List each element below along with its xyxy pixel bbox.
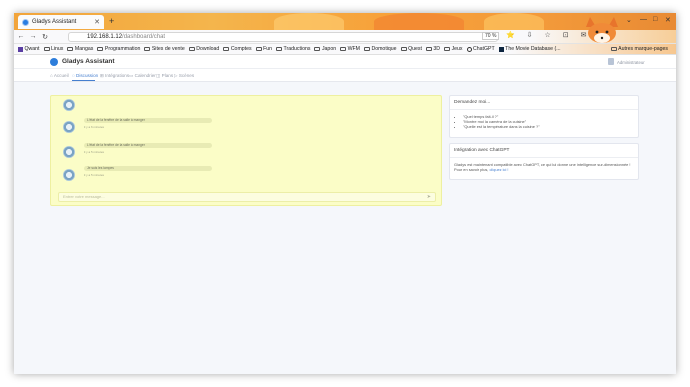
bookmark-folder[interactable]: Quest <box>400 46 422 52</box>
bookmark-folder[interactable]: Domotique <box>363 46 397 52</box>
suggestions-title: Demandez moi... <box>450 96 638 110</box>
folder-icon <box>444 47 451 51</box>
chat-message: L'état de la fenêtre de la salle à mange… <box>84 143 212 148</box>
nav-item-scenes[interactable]: ▷ Scènes <box>174 73 194 79</box>
folder-icon <box>97 47 104 51</box>
bookmark-folder[interactable]: Mangas <box>67 46 93 52</box>
back-icon[interactable]: ← <box>16 33 26 40</box>
suggestion-item[interactable]: "Quelle est la température dans la cuisi… <box>463 124 634 129</box>
maximize-button[interactable]: □ <box>653 16 657 23</box>
chatgpt-icon <box>466 46 472 52</box>
bookmark-folder[interactable]: Jeux <box>444 46 463 52</box>
send-icon[interactable]: ➤ <box>427 193 431 201</box>
folder-icon <box>144 47 151 51</box>
gladys-favicon-icon <box>22 18 29 26</box>
url-path: /dashboard/chat <box>122 34 166 40</box>
folder-icon <box>425 47 432 51</box>
folder-icon <box>276 47 283 51</box>
username[interactable]: Administrateur <box>617 60 645 65</box>
chatgpt-integration-card: Intégration avec ChatGPT Gladys est main… <box>449 143 639 180</box>
bookmark-chatgpt[interactable]: ChatGPT <box>466 46 495 52</box>
chat-message: L'état de la fenêtre de la salle à mange… <box>84 118 212 123</box>
bookmark-folder[interactable]: WFM <box>340 46 360 52</box>
browser-tab[interactable]: Gladys Assistant ✕ <box>18 15 104 29</box>
bookmark-folder[interactable]: Comptes <box>223 46 252 52</box>
bookmark-qwant[interactable]: Qwant <box>18 46 40 52</box>
tmdb-icon <box>498 46 504 52</box>
avatar[interactable] <box>608 58 614 65</box>
new-tab-button[interactable]: + <box>109 16 114 26</box>
navigation-bar: ← → ↻ 192.168.1.12/dashboard/chat 70 % ⭐… <box>14 30 676 44</box>
extension-icon[interactable]: ⊡ <box>563 32 574 39</box>
folder-icon <box>188 47 195 51</box>
folder-icon <box>223 47 230 51</box>
minimize-button[interactable]: — <box>640 16 647 23</box>
folder-icon <box>255 47 262 51</box>
message-time: il y a 6 minutes <box>84 125 105 129</box>
assistant-avatar-icon <box>63 99 75 111</box>
zoom-indicator[interactable]: 70 % <box>482 32 500 40</box>
qwant-icon <box>18 46 23 52</box>
tab-list-icon[interactable]: ⌄ <box>626 16 632 24</box>
folder-icon <box>67 47 74 51</box>
theme-decoration <box>484 13 544 30</box>
nav-item-discussion[interactable]: ◌ Discussion <box>72 73 98 78</box>
folder-icon <box>363 47 370 51</box>
gladys-logo-icon[interactable] <box>50 58 58 66</box>
folder-icon <box>314 47 321 51</box>
assistant-avatar-icon <box>63 121 75 133</box>
favorite-icon[interactable]: ☆ <box>545 32 556 39</box>
chat-message: Je suis les lampes <box>84 166 212 171</box>
url-bar[interactable]: 192.168.1.12/dashboard/chat <box>68 32 498 42</box>
theme-fox-illustration <box>586 17 618 43</box>
browser-window: Gladys Assistant ✕ + ⌄ — □ ✕ ← → ↻ 192.1… <box>14 13 676 374</box>
brand-title[interactable]: Gladys Assistant <box>62 58 115 65</box>
bookmark-folder[interactable]: Traductions <box>276 46 310 52</box>
suggestions-list: "Quel temps fait-il ?" "Montre moi la ca… <box>454 114 634 129</box>
chatgpt-learn-more-link[interactable]: cliquez ici ! <box>489 167 508 172</box>
bookmark-tmdb[interactable]: The Movie Database (... <box>498 46 561 52</box>
download-icon[interactable]: ⇩ <box>527 32 538 39</box>
app-navigation: ⌂ Accueil ◌ Discussion ⊞ Intégrations ▭ … <box>14 69 676 82</box>
nav-item-integrations[interactable]: ⊞ Intégrations <box>100 73 129 79</box>
message-time: il y a 5 minutes <box>84 150 105 154</box>
bookmark-star-icon[interactable]: ⭐ <box>506 32 520 39</box>
suggestions-card: Demandez moi... "Quel temps fait-il ?" "… <box>449 95 639 138</box>
theme-decoration <box>274 13 344 30</box>
chat-panel: L'état de la fenêtre de la salle à mange… <box>50 95 442 206</box>
chat-message-input[interactable]: Entrer votre message... ➤ <box>58 192 436 202</box>
bookmark-folder[interactable]: Programmation <box>97 46 140 52</box>
url-host: 192.168.1.12 <box>87 34 123 40</box>
bookmark-folder[interactable]: Japon <box>314 46 336 52</box>
close-tab-icon[interactable]: ✕ <box>94 18 100 26</box>
tab-title: Gladys Assistant <box>32 19 77 25</box>
bookmark-folder[interactable]: 3D <box>425 46 440 52</box>
nav-item-accueil[interactable]: ⌂ Accueil <box>50 73 69 78</box>
message-time: il y a 5 minutes <box>84 173 105 177</box>
bookmark-folder[interactable]: Download <box>188 46 219 52</box>
chatgpt-card-text: Gladys est maintenant compatible avec Ch… <box>454 162 631 172</box>
bookmark-folder[interactable]: Fun <box>255 46 272 52</box>
assistant-avatar-icon <box>63 146 75 158</box>
bookmark-folder[interactable]: Linux <box>43 46 63 52</box>
active-tab-indicator <box>72 80 95 81</box>
assistant-avatar-icon <box>63 169 75 181</box>
theme-decoration <box>374 13 464 30</box>
nav-item-calendrier[interactable]: ▭ Calendrier <box>129 73 156 79</box>
chat-input-placeholder: Entrer votre message... <box>63 194 105 199</box>
tab-bar: Gladys Assistant ✕ + ⌄ — □ ✕ <box>14 13 676 30</box>
forward-icon[interactable]: → <box>28 33 38 40</box>
folder-icon <box>43 47 50 51</box>
bookmarks-bar: Qwant Linux Mangas Programmation Sites d… <box>14 44 676 55</box>
reload-icon[interactable]: ↻ <box>40 33 50 41</box>
chatgpt-card-title: Intégration avec ChatGPT <box>450 144 638 158</box>
close-window-button[interactable]: ✕ <box>665 16 671 24</box>
bookmark-folder[interactable]: Sites de vente <box>144 46 185 52</box>
folder-icon <box>340 47 347 51</box>
folder-icon <box>400 47 407 51</box>
app-header: Gladys Assistant Administrateur <box>14 55 676 69</box>
nav-item-plans[interactable]: ◫ Plans <box>156 73 173 79</box>
